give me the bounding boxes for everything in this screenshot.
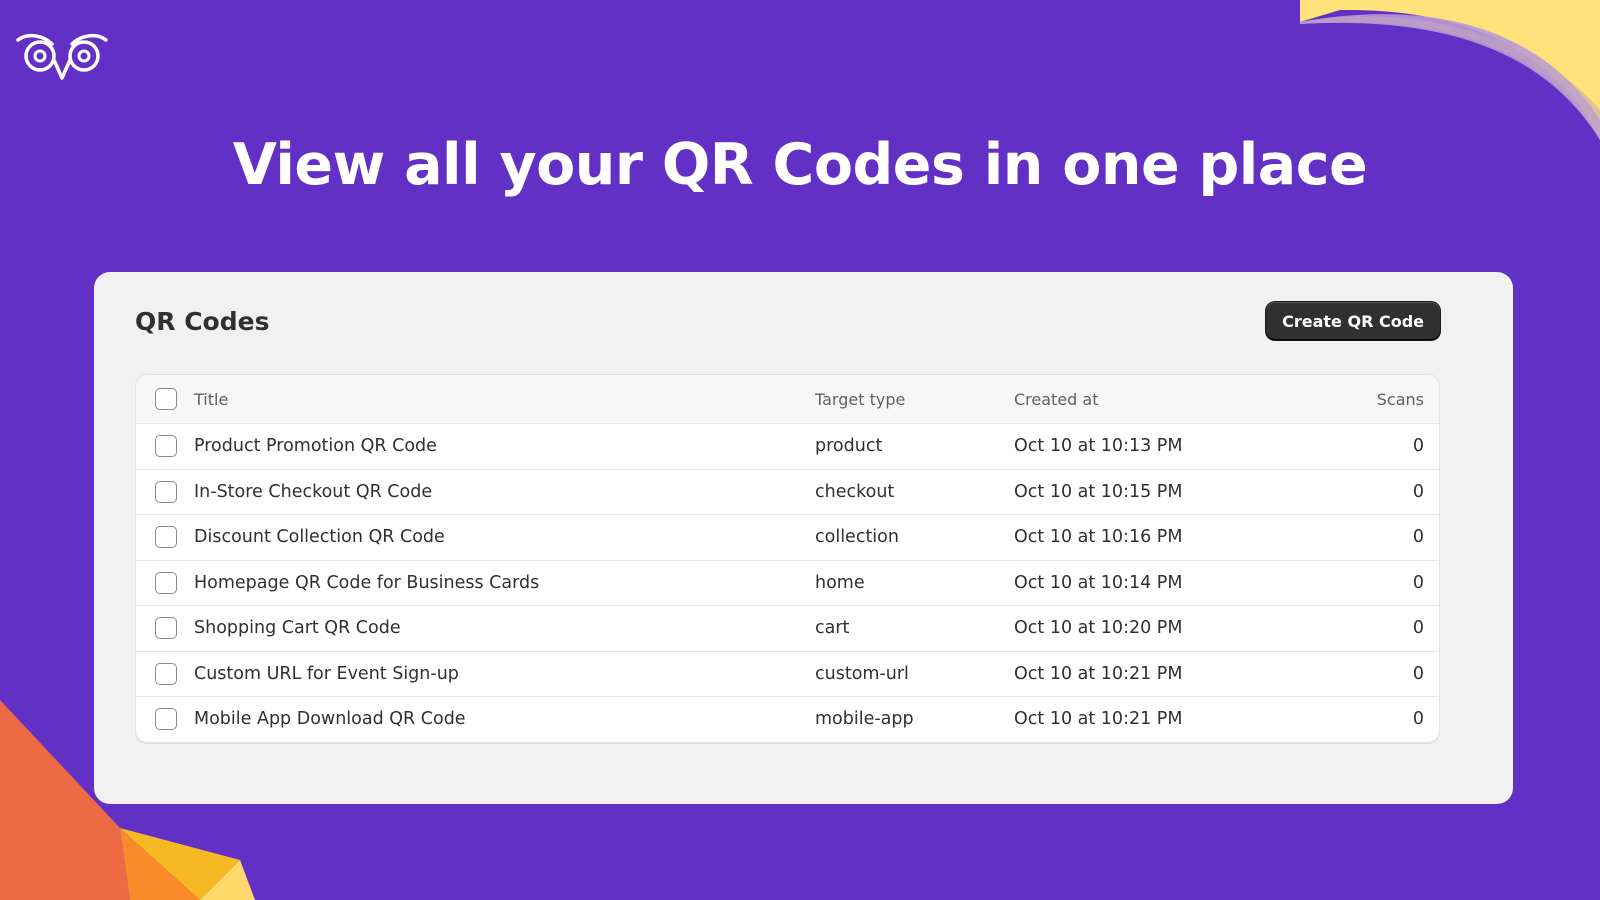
table-row[interactable]: Product Promotion QR Code product Oct 10…: [136, 423, 1439, 469]
row-target-type: cart: [815, 618, 850, 639]
select-all-cell: [136, 388, 194, 410]
row-select-cell: [136, 571, 194, 594]
row-select-cell: [136, 435, 194, 458]
row-title[interactable]: Homepage QR Code for Business Cards: [194, 573, 815, 593]
row-target-type: collection: [815, 527, 899, 548]
row-scans: 0: [1412, 436, 1424, 457]
page-headline: View all your QR Codes in one place: [232, 132, 1368, 198]
table-row[interactable]: Custom URL for Event Sign-up custom-url …: [136, 650, 1439, 697]
select-all-checkbox[interactable]: [155, 388, 177, 410]
row-title[interactable]: Shopping Cart QR Code: [194, 618, 815, 638]
row-title[interactable]: In-Store Checkout QR Code: [194, 482, 815, 502]
column-header-target-type[interactable]: Target type: [815, 390, 1014, 409]
row-created-at: Oct 10 at 10:14 PM: [1014, 572, 1183, 593]
row-select-cell: [136, 480, 194, 503]
row-target-type: custom-url: [815, 663, 909, 684]
table-row[interactable]: In-Store Checkout QR Code checkout Oct 1…: [136, 468, 1439, 515]
row-title[interactable]: Mobile App Download QR Code: [194, 709, 815, 729]
qr-codes-table: Title Target type Created at Scans Produ…: [135, 374, 1440, 743]
table-row[interactable]: Mobile App Download QR Code mobile-app O…: [136, 696, 1439, 742]
qr-codes-panel: QR Codes Create QR Code Title Target typ…: [94, 272, 1513, 804]
row-scans: 0: [1412, 709, 1424, 730]
panel-header: QR Codes Create QR Code: [135, 302, 1440, 340]
owl-eyes-logo-icon: [16, 33, 108, 80]
row-created-at: Oct 10 at 10:13 PM: [1014, 436, 1183, 457]
column-header-scans[interactable]: Scans: [1319, 390, 1439, 409]
row-scans: 0: [1412, 481, 1424, 502]
create-qr-code-button[interactable]: Create QR Code: [1266, 302, 1440, 340]
row-target-type: mobile-app: [815, 709, 914, 730]
row-scans: 0: [1412, 618, 1424, 639]
table-row[interactable]: Shopping Cart QR Code cart Oct 10 at 10:…: [136, 605, 1439, 651]
row-select-cell: [136, 662, 194, 685]
row-title[interactable]: Custom URL for Event Sign-up: [194, 664, 815, 684]
column-header-title[interactable]: Title: [194, 390, 815, 409]
corner-decoration-top-right: [1300, 0, 1600, 140]
row-created-at: Oct 10 at 10:15 PM: [1014, 481, 1183, 502]
row-scans: 0: [1412, 663, 1424, 684]
row-target-type: home: [815, 572, 865, 593]
table-header-row: Title Target type Created at Scans: [136, 375, 1439, 423]
row-created-at: Oct 10 at 10:21 PM: [1014, 709, 1183, 730]
row-checkbox[interactable]: [155, 708, 177, 731]
row-checkbox[interactable]: [155, 662, 177, 685]
row-checkbox[interactable]: [155, 526, 177, 549]
row-select-cell: [136, 526, 194, 549]
row-scans: 0: [1412, 572, 1424, 593]
row-target-type: product: [815, 436, 883, 457]
row-checkbox[interactable]: [155, 435, 177, 458]
row-title[interactable]: Discount Collection QR Code: [194, 527, 815, 547]
row-select-cell: [136, 708, 194, 731]
panel-title: QR Codes: [135, 306, 270, 336]
row-created-at: Oct 10 at 10:21 PM: [1014, 663, 1183, 684]
row-created-at: Oct 10 at 10:16 PM: [1014, 527, 1183, 548]
table-row[interactable]: Homepage QR Code for Business Cards home…: [136, 559, 1439, 606]
table-row[interactable]: Discount Collection QR Code collection O…: [136, 514, 1439, 560]
row-target-type: checkout: [815, 481, 895, 502]
row-scans: 0: [1412, 527, 1424, 548]
row-checkbox[interactable]: [155, 617, 177, 640]
row-created-at: Oct 10 at 10:20 PM: [1014, 618, 1183, 639]
row-select-cell: [136, 617, 194, 640]
row-title[interactable]: Product Promotion QR Code: [194, 436, 815, 456]
row-checkbox[interactable]: [155, 571, 177, 594]
column-header-created-at[interactable]: Created at: [1014, 390, 1319, 409]
row-checkbox[interactable]: [155, 480, 177, 503]
